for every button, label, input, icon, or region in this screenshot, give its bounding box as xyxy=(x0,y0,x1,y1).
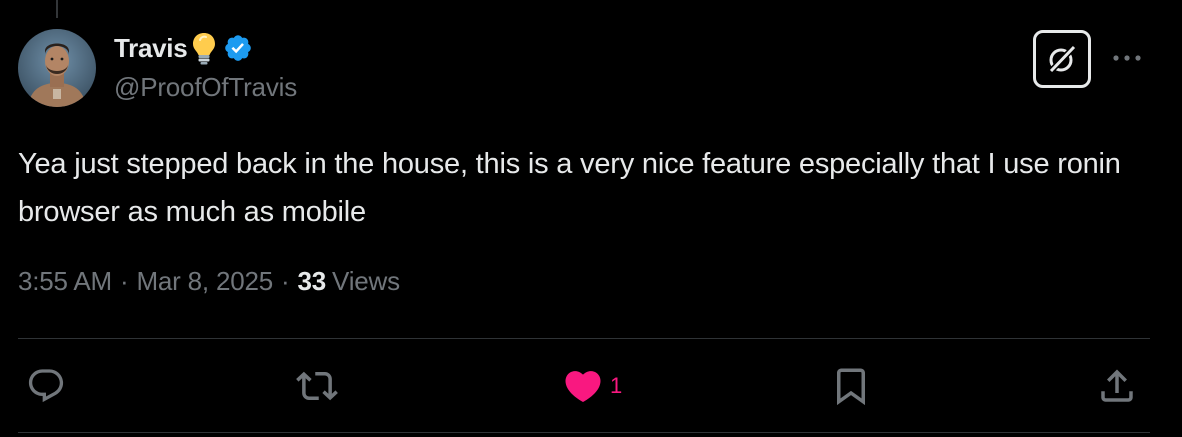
thread-connector-line xyxy=(56,0,58,18)
tweet-date[interactable]: Mar 8, 2025 xyxy=(136,266,273,297)
views-count: 33 xyxy=(297,266,327,296)
bookmark-button[interactable] xyxy=(830,364,872,408)
divider xyxy=(18,338,1150,339)
author-name-row[interactable]: Travis xyxy=(114,31,253,65)
like-button[interactable]: 1 xyxy=(562,364,622,408)
reply-button[interactable] xyxy=(26,364,66,408)
verified-badge-icon[interactable] xyxy=(223,33,253,63)
more-options-button[interactable] xyxy=(1110,48,1144,68)
bookmark-icon xyxy=(837,368,865,406)
divider xyxy=(18,432,1150,433)
author-display-name[interactable]: Travis xyxy=(114,33,188,64)
avatar[interactable] xyxy=(18,29,96,107)
avatar-image xyxy=(18,29,96,107)
tweet-meta: 3:55 AM · Mar 8, 2025 · 33 Views xyxy=(18,266,400,297)
repost-icon xyxy=(296,371,338,401)
share-icon xyxy=(1101,369,1133,402)
like-count: 1 xyxy=(610,373,623,398)
views-label: Views xyxy=(332,266,400,296)
share-button[interactable] xyxy=(1096,364,1138,408)
repost-button[interactable] xyxy=(296,364,338,408)
tweet-text: Yea just stepped back in the house, this… xyxy=(18,148,1121,228)
lightbulb-icon xyxy=(191,31,217,65)
meta-separator: · xyxy=(281,266,290,296)
grok-button[interactable] xyxy=(1033,30,1091,88)
tweet-time[interactable]: 3:55 AM xyxy=(18,266,112,297)
more-dots-icon xyxy=(1113,55,1141,61)
author-handle[interactable]: @ProofOfTravis xyxy=(114,72,297,103)
grok-icon xyxy=(1048,44,1077,74)
meta-separator: · xyxy=(120,266,129,296)
reply-icon xyxy=(28,369,64,403)
heart-icon xyxy=(565,371,601,403)
